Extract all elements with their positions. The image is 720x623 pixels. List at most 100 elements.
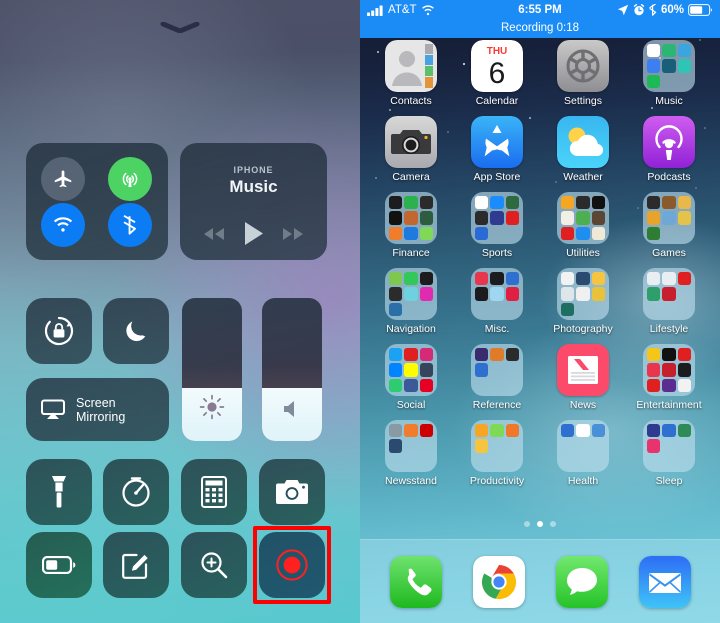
app-label: Camera (392, 171, 430, 183)
now-playing-card[interactable]: IPHONE Music (180, 143, 327, 260)
folder-mini-icon (404, 455, 417, 468)
home-folder[interactable]: Navigation (368, 268, 454, 335)
home-folder[interactable]: Photography (540, 268, 626, 335)
camera-button[interactable] (259, 459, 325, 525)
home-folder[interactable]: Reference (454, 344, 540, 411)
folder-mini-icon (490, 379, 503, 392)
bluetooth-toggle[interactable] (108, 203, 152, 247)
folder-mini-icon (662, 348, 676, 362)
home-app-icon[interactable]: Settings (540, 40, 626, 107)
cellular-data-toggle[interactable] (108, 157, 152, 201)
home-folder[interactable]: Health (540, 420, 626, 487)
app-label: Health (567, 475, 599, 487)
home-folder[interactable]: Sleep (626, 420, 712, 487)
folder-mini-icon (591, 424, 605, 438)
home-folder[interactable]: Social (368, 344, 454, 411)
folder-mini-icon (419, 378, 433, 392)
folder-mini-icon (647, 378, 661, 392)
magnifier-button[interactable] (181, 532, 247, 598)
folder-mini-icon (592, 303, 605, 316)
folder-mini-icon (475, 363, 489, 377)
dock-item-phone[interactable] (389, 555, 442, 608)
folder-mini-icon (389, 287, 403, 301)
page-dot[interactable] (524, 521, 530, 527)
folder-mini-icon (662, 303, 675, 316)
folder-mini-icon (678, 455, 691, 468)
home-folder[interactable]: Newsstand (368, 420, 454, 487)
status-bar: AT&T 6:55 PM 60% Recording 0:18 (360, 0, 720, 38)
page-indicator-dots[interactable] (360, 521, 720, 527)
folder-mini-icon (647, 59, 661, 73)
folder-mini-icon (404, 272, 418, 286)
play-icon[interactable] (242, 221, 265, 246)
folder-mini-icon (490, 424, 504, 438)
low-power-mode-button[interactable] (26, 532, 92, 598)
home-folder[interactable]: Music (626, 40, 712, 107)
home-folder[interactable]: Entertainment (626, 344, 712, 411)
brightness-slider[interactable] (182, 298, 242, 441)
rewind-icon[interactable] (202, 227, 226, 241)
home-folder[interactable]: Misc. (454, 268, 540, 335)
home-folder[interactable]: Lifestyle (626, 268, 712, 335)
folder-mini-icon (389, 424, 403, 438)
home-app-icon[interactable]: Camera (368, 116, 454, 183)
home-app-icon[interactable]: News (540, 344, 626, 411)
home-folder[interactable]: Games (626, 192, 712, 259)
now-playing-title: Music (229, 177, 278, 196)
volume-slider[interactable] (262, 298, 322, 441)
fast-forward-icon[interactable] (281, 227, 305, 241)
folder-mini-icon (677, 44, 691, 58)
folder-mini-icon (662, 439, 675, 452)
screen-recording-button[interactable] (259, 532, 325, 598)
folder-mini-icon (389, 378, 403, 392)
home-folder[interactable]: Finance (368, 192, 454, 259)
home-app-icon[interactable]: THU 6 Calendar (454, 40, 540, 107)
home-app-icon[interactable]: App Store (454, 116, 540, 183)
folder-mini-icon (419, 348, 433, 362)
flashlight-icon (52, 476, 66, 508)
camera-icon (385, 116, 437, 168)
timer-button[interactable] (103, 459, 169, 525)
notes-button[interactable] (103, 532, 169, 598)
now-playing-device: IPHONE (233, 165, 274, 175)
dock-item-messages[interactable] (555, 555, 608, 608)
do-not-disturb-toggle[interactable] (103, 298, 169, 364)
folder-mini-icon (561, 196, 575, 210)
app-label: Newsstand (385, 475, 437, 487)
dock-item-mail[interactable] (638, 555, 691, 608)
folder-mini-icon (505, 272, 519, 286)
dock-item-chrome[interactable] (472, 555, 525, 608)
folder-mini-icon (490, 439, 503, 452)
folder-mini-icon (506, 227, 519, 240)
screen-mirroring-button[interactable]: Screen Mirroring (26, 378, 169, 441)
home-app-icon[interactable]: Podcasts (626, 116, 712, 183)
app-label: Settings (564, 95, 602, 107)
rotation-lock-toggle[interactable] (26, 298, 92, 364)
magnifier-icon (201, 552, 228, 579)
calculator-icon (201, 476, 227, 508)
app-label: Lifestyle (649, 323, 689, 335)
record-icon (276, 549, 308, 581)
calculator-button[interactable] (181, 459, 247, 525)
home-app-icon[interactable]: Contacts (368, 40, 454, 107)
cellular-antenna-icon (122, 172, 138, 187)
wifi-toggle[interactable] (41, 203, 85, 247)
home-folder[interactable]: Utilities (540, 192, 626, 259)
folder-mini-icon (561, 272, 575, 286)
home-app-icon[interactable]: Weather (540, 116, 626, 183)
folder-mini-icon (389, 211, 403, 225)
flashlight-button[interactable] (26, 459, 92, 525)
page-dot[interactable] (550, 521, 556, 527)
folder-mini-icon (490, 455, 503, 468)
folder-mini-icon (677, 348, 691, 362)
folder-mini-icon (662, 455, 675, 468)
home-folder[interactable]: Productivity (454, 420, 540, 487)
airplane-mode-toggle[interactable] (41, 157, 85, 201)
camera-icon (276, 480, 308, 504)
app-label: Contacts (390, 95, 432, 107)
home-folder[interactable]: Sports (454, 192, 540, 259)
page-dot[interactable] (537, 521, 543, 527)
folder-mini-icon (678, 287, 691, 300)
folder-mini-icon (505, 211, 519, 225)
folder-mini-icon (419, 211, 433, 225)
